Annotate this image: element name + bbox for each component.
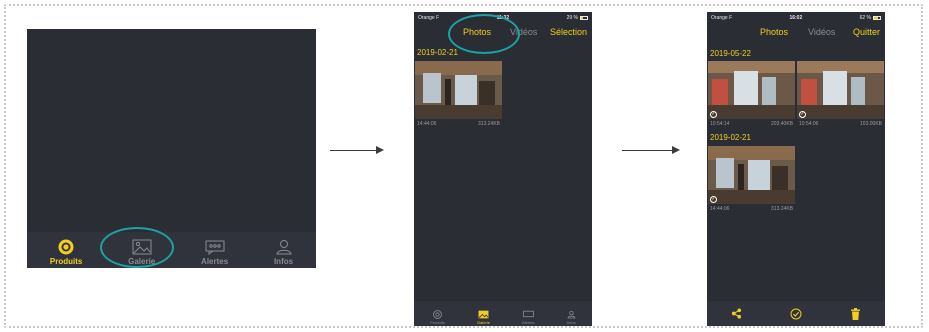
battery-icon bbox=[579, 15, 588, 20]
tab-infos[interactable]: Infos bbox=[274, 239, 293, 266]
nav-selection[interactable]: Sélection bbox=[550, 27, 587, 37]
photo-thumbnail[interactable]: 14:44:06 313.24KB bbox=[415, 61, 502, 128]
carrier-label: Orange F bbox=[711, 15, 733, 21]
photo-meta: 14:44:06 313.24KB bbox=[415, 119, 502, 128]
photo-image bbox=[708, 146, 795, 204]
target-icon bbox=[58, 239, 74, 255]
target-icon bbox=[433, 310, 442, 319]
tab-label: Infos bbox=[273, 257, 294, 266]
screen-home: Produits Galerie Alertes Infos bbox=[27, 29, 316, 268]
nav-videos[interactable]: Vidéos bbox=[808, 27, 835, 37]
photo-thumbnail[interactable]: ✓ 10:54:14 203.40KB bbox=[708, 61, 795, 128]
check-circle-icon[interactable] bbox=[790, 308, 802, 320]
action-bar bbox=[707, 301, 885, 326]
tab-alertes[interactable]: Alertes bbox=[201, 239, 228, 266]
tab-label: Alertes bbox=[201, 257, 229, 266]
photo-time: 10:54:14 bbox=[710, 120, 730, 127]
nav-quit[interactable]: Quitter bbox=[853, 27, 880, 37]
status-bar: Orange F 16:02 62 % bbox=[707, 12, 885, 24]
tutorial-figure: Produits Galerie Alertes Infos Orange F … bbox=[0, 0, 929, 332]
clock: 16:02 bbox=[789, 15, 803, 21]
photo-time: 10:54:06 bbox=[799, 120, 819, 127]
photo-thumbnail[interactable]: ✓ 14:44:06 313.24KB bbox=[708, 146, 795, 213]
carrier-label: Orange F bbox=[418, 15, 440, 21]
screen-gallery: Orange F 11:32 29 % Photos Vidéos Sélect… bbox=[414, 12, 592, 326]
battery-indicator: 29 % bbox=[567, 15, 588, 21]
tab-produits[interactable]: Produits bbox=[430, 310, 445, 325]
nav-photos[interactable]: Photos bbox=[760, 27, 788, 37]
battery-percent: 62 % bbox=[859, 15, 871, 21]
highlight-ring-galerie bbox=[100, 227, 174, 268]
check-circle-icon: ✓ bbox=[710, 196, 717, 203]
share-icon[interactable] bbox=[731, 308, 742, 319]
top-nav: Photos Vidéos Quitter bbox=[707, 24, 885, 42]
photo-size: 203.40KB bbox=[771, 120, 793, 127]
photo-time: 14:44:06 bbox=[417, 120, 437, 127]
person-icon bbox=[275, 240, 292, 255]
photo-image bbox=[708, 61, 795, 119]
tab-label: Infos bbox=[567, 320, 576, 325]
trash-icon[interactable] bbox=[850, 307, 861, 320]
tab-produits[interactable]: Produits bbox=[50, 239, 82, 266]
check-circle-icon: ✓ bbox=[710, 111, 717, 118]
chat-bubble-icon bbox=[523, 310, 534, 318]
photo-size: 103.00KB bbox=[860, 120, 882, 127]
image-icon bbox=[478, 310, 489, 319]
check-circle-icon: ✓ bbox=[799, 111, 806, 118]
date-header: 2019-02-21 bbox=[417, 48, 458, 57]
person-icon bbox=[567, 310, 576, 319]
photo-meta: 10:54:06 103.00KB bbox=[797, 119, 884, 128]
tab-bar: Produits Galerie Alertes Infos bbox=[414, 301, 592, 326]
arrow-right-icon bbox=[622, 146, 680, 154]
arrow-right-icon bbox=[330, 146, 384, 154]
photo-size: 313.24KB bbox=[478, 120, 500, 127]
tab-label: Produits bbox=[49, 257, 83, 266]
photo-image bbox=[415, 61, 502, 119]
highlight-ring-photos bbox=[448, 14, 520, 54]
tab-infos[interactable]: Infos bbox=[567, 310, 576, 325]
photo-meta: 10:54:14 203.40KB bbox=[708, 119, 795, 128]
tab-alertes[interactable]: Alertes bbox=[522, 310, 535, 325]
battery-indicator: 62 % bbox=[860, 15, 881, 21]
battery-icon bbox=[872, 15, 881, 20]
tab-label: Galerie bbox=[477, 320, 490, 325]
chat-bubble-icon bbox=[205, 240, 225, 255]
photo-time: 14:44:06 bbox=[710, 205, 730, 212]
screen-selection: Orange F 16:02 62 % Photos Vidéos Quitte… bbox=[707, 12, 885, 326]
photo-size: 313.24KB bbox=[771, 205, 793, 212]
photo-thumbnail[interactable]: ✓ 10:54:06 103.00KB bbox=[797, 61, 884, 128]
date-header: 2019-02-21 bbox=[710, 133, 751, 142]
photo-image bbox=[797, 61, 884, 119]
battery-percent: 29 % bbox=[566, 15, 578, 21]
photo-meta: 14:44:06 313.24KB bbox=[708, 204, 795, 213]
tab-label: Produits bbox=[430, 320, 445, 325]
tab-galerie[interactable]: Galerie bbox=[477, 310, 490, 325]
date-header: 2019-05-22 bbox=[710, 49, 751, 58]
tab-label: Alertes bbox=[522, 320, 535, 325]
